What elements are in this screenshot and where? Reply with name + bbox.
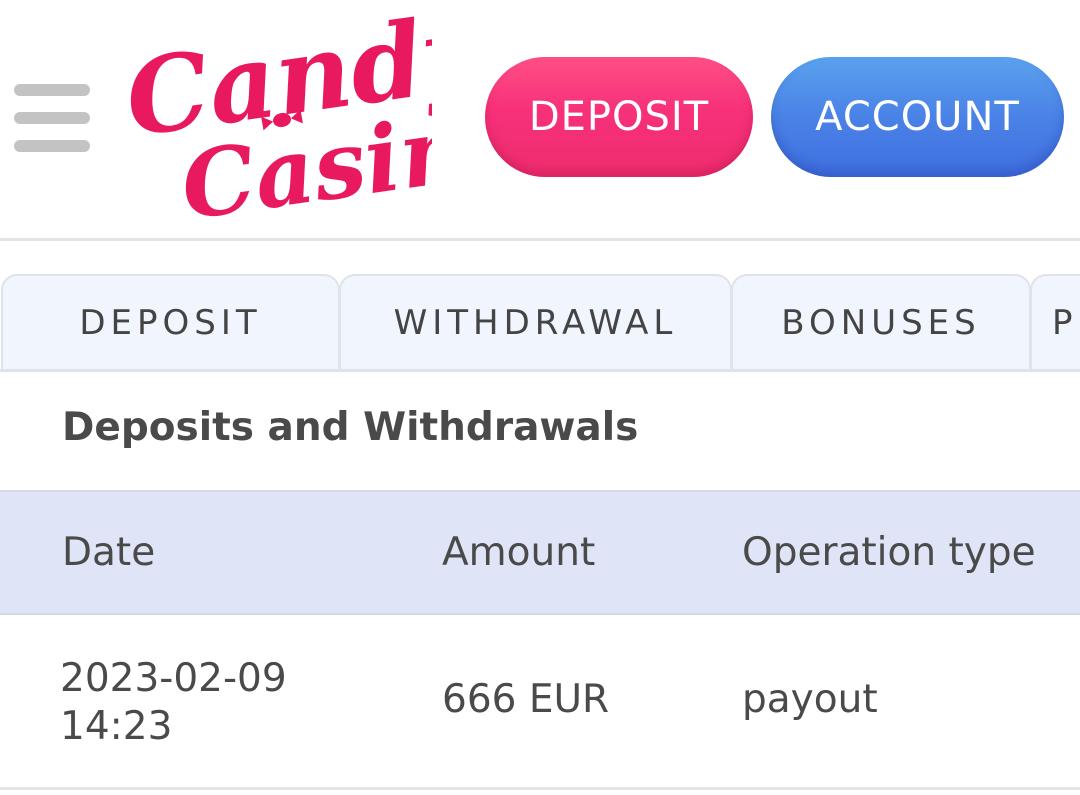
tab-withdrawal[interactable]: WITHDRAWAL xyxy=(339,274,732,370)
column-header-amount: Amount xyxy=(442,530,596,575)
table-header: Date Amount Operation type xyxy=(0,490,1080,615)
menu-icon[interactable] xyxy=(14,84,90,152)
tab-deposit[interactable]: DEPOSIT xyxy=(1,274,340,370)
table-row: 2023-02-09 14:23 666 EUR payout xyxy=(0,615,1080,790)
section-title: Deposits and Withdrawals xyxy=(62,405,639,450)
tab-partial[interactable]: P xyxy=(1030,274,1080,370)
column-header-date: Date xyxy=(62,530,156,575)
tab-bonuses[interactable]: BONUSES xyxy=(731,274,1031,370)
account-button[interactable]: ACCOUNT xyxy=(771,57,1064,177)
tabs-divider xyxy=(0,369,1080,372)
cell-operation-type: payout xyxy=(742,677,878,722)
cell-date: 2023-02-09 14:23 xyxy=(60,655,360,751)
cell-date-day: 2023-02-09 xyxy=(60,656,287,701)
cell-date-time: 14:23 xyxy=(60,704,173,749)
column-header-operation-type: Operation type xyxy=(742,530,1036,575)
tab-bar: DEPOSIT WITHDRAWAL BONUSES P xyxy=(0,274,1080,372)
candy-casino-logo[interactable]: Candy Casino xyxy=(122,8,432,228)
cell-amount: 666 EUR xyxy=(442,677,610,722)
deposit-button[interactable]: DEPOSIT xyxy=(485,57,753,177)
header: Candy Casino DEPOSIT ACCOUNT xyxy=(0,0,1080,240)
header-divider xyxy=(0,238,1080,241)
